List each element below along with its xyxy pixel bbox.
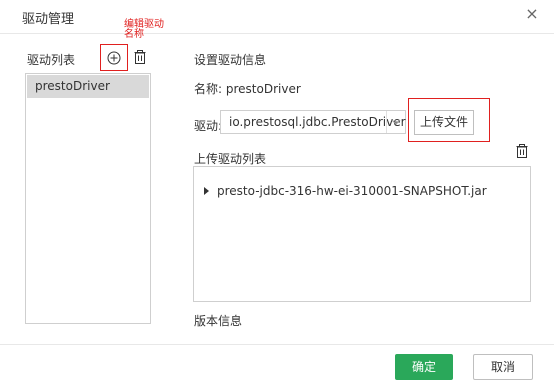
confirm-button[interactable]: 确定 bbox=[395, 354, 453, 380]
section-title: 设置驱动信息 bbox=[194, 53, 267, 67]
version-info-label: 版本信息 bbox=[194, 314, 243, 328]
cancel-button[interactable]: 取消 bbox=[473, 354, 533, 380]
driver-name-value: prestoDriver bbox=[225, 82, 301, 96]
caret-right-icon bbox=[204, 186, 209, 195]
driver-list-item[interactable]: prestoDriver bbox=[27, 75, 149, 98]
driver-name-label: 名称: bbox=[194, 82, 223, 96]
driver-management-dialog: 驱动管理 × 驱动列表 编辑驱动名称 prestoDriver 设置驱动信息 名… bbox=[0, 0, 554, 387]
file-name: presto-jdbc-316-hw-ei-310001-SNAPSHOT.ja… bbox=[217, 184, 487, 198]
file-list-item[interactable]: presto-jdbc-316-hw-ei-310001-SNAPSHOT.ja… bbox=[204, 184, 487, 198]
close-icon[interactable]: × bbox=[524, 6, 540, 22]
trash-icon[interactable] bbox=[516, 144, 528, 158]
driver-class-value: io.prestosql.jdbc.PrestoDriver bbox=[229, 115, 406, 129]
upload-file-button[interactable]: 上传文件 bbox=[414, 110, 474, 135]
driver-list-label: 驱动列表 bbox=[27, 53, 76, 67]
chevron-down-icon[interactable] bbox=[390, 116, 402, 128]
dialog-header: 驱动管理 × bbox=[0, 0, 554, 34]
dialog-footer: 确定 取消 bbox=[0, 344, 554, 387]
select-divider bbox=[386, 111, 387, 133]
add-circle-icon bbox=[107, 51, 121, 64]
add-driver-button[interactable] bbox=[100, 44, 128, 71]
uploaded-file-list: presto-jdbc-316-hw-ei-310001-SNAPSHOT.ja… bbox=[193, 166, 531, 302]
driver-class-label: 驱动: bbox=[194, 119, 223, 133]
trash-icon[interactable] bbox=[134, 50, 146, 64]
uploaded-driver-list-label: 上传驱动列表 bbox=[194, 152, 267, 166]
dialog-title: 驱动管理 bbox=[22, 12, 75, 27]
annotation-text: 编辑驱动名称 bbox=[124, 19, 164, 40]
driver-name-row: 名称: prestoDriver bbox=[194, 80, 301, 97]
driver-class-select[interactable]: io.prestosql.jdbc.PrestoDriver bbox=[220, 110, 406, 134]
driver-list: prestoDriver bbox=[25, 73, 151, 324]
